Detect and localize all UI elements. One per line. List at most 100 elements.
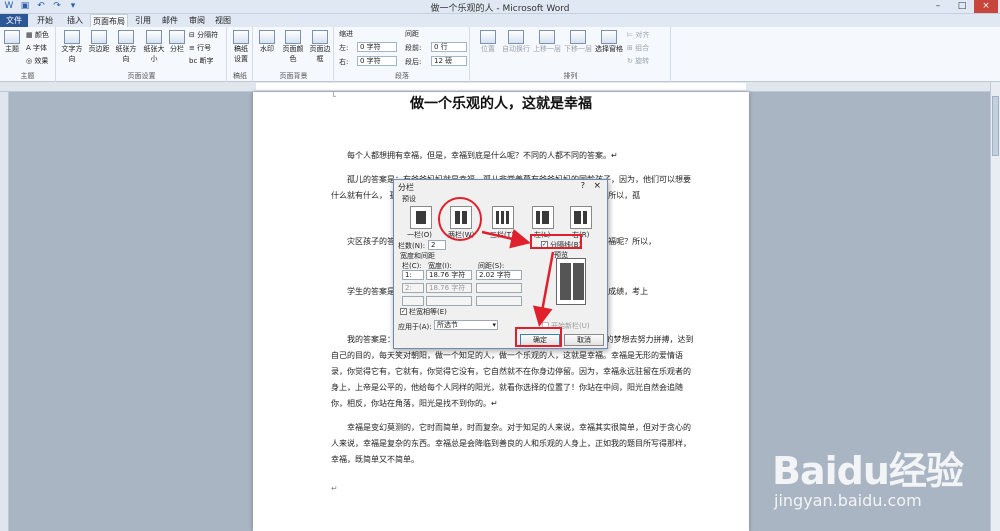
tab-mailings[interactable]: 邮件 — [156, 14, 184, 27]
spacing-header: 间距 — [405, 30, 419, 38]
draft-paper-group: 稿纸 设置 稿纸 — [228, 27, 253, 82]
size-button[interactable]: 纸张大小 — [141, 30, 167, 64]
tab-file[interactable]: 文件 — [0, 14, 28, 27]
minimize-button[interactable]: – — [926, 0, 950, 13]
page-color-button[interactable]: 页面颜色 — [280, 30, 306, 64]
bring-forward-icon — [539, 30, 555, 44]
draft-paper-button[interactable]: 稿纸 设置 — [231, 30, 251, 64]
selection-pane-icon — [601, 30, 617, 44]
watermark-brand: Baidu经验 — [772, 449, 964, 493]
send-backward-icon — [570, 30, 586, 44]
width-spacing-header: 宽度和间距 — [400, 252, 435, 260]
tab-insert[interactable]: 插入 — [60, 14, 90, 27]
horizontal-ruler[interactable] — [0, 82, 1000, 92]
highlight-separator — [530, 234, 582, 249]
theme-group-label: 主题 — [20, 72, 35, 80]
breaks-button[interactable]: ⊟ 分隔符 — [189, 30, 218, 40]
draft-paper-group-label: 稿纸 — [233, 72, 247, 80]
columns-button[interactable]: 分栏 — [168, 30, 186, 54]
ribbon: 主题 ▦ 颜色 A 字体 ◎ 效果 主题 文字方向 页边距 纸张方向 纸张大小 … — [0, 27, 1000, 82]
paragraph-6[interactable]: 幸福是变幻莫测的，它时而简单，时而复杂。对于知足的人来说，幸福其实很简单，但对于… — [331, 420, 697, 468]
tab-references[interactable]: 引用 — [130, 14, 156, 27]
chevron-down-icon: ▾ — [492, 321, 496, 329]
col-3-spacing-input[interactable] — [476, 296, 522, 306]
watermark-button[interactable]: 水印 — [256, 30, 278, 54]
tab-home[interactable]: 开始 — [30, 14, 60, 27]
page-background-group: 水印 页面颜色 页面边框 页面背景 — [254, 27, 334, 82]
presets-header: 预设 — [402, 195, 416, 203]
tab-view[interactable]: 视图 — [210, 14, 236, 27]
col-2-spacing-input[interactable] — [476, 283, 522, 293]
close-button[interactable]: × — [974, 0, 998, 13]
dialog-title: 分栏 — [398, 183, 414, 192]
preset-right[interactable] — [570, 206, 592, 229]
cancel-button[interactable]: 取消 — [564, 334, 604, 346]
bring-forward-button[interactable]: 上移一层 — [532, 30, 562, 54]
watermark-icon — [259, 30, 275, 44]
orientation-icon — [118, 30, 134, 44]
document-title: 做一个乐观的人，这就是幸福 — [410, 96, 592, 112]
page-setup-group: 文字方向 页边距 纸张方向 纸张大小 分栏 ⊟ 分隔符 ≡ 行号 bc 断字 页… — [57, 27, 227, 82]
dialog-close-button[interactable]: × — [593, 181, 601, 191]
apply-to-label: 应用于(A): — [398, 323, 432, 331]
position-button[interactable]: 位置 — [477, 30, 499, 54]
indent-right-label: 右: — [339, 58, 349, 66]
scrollbar-thumb[interactable] — [992, 96, 999, 156]
text-direction-button[interactable]: 文字方向 — [59, 30, 85, 64]
themes-button[interactable]: 主题 — [2, 30, 22, 54]
text-direction-icon — [64, 30, 80, 44]
tab-page-layout[interactable]: 页面布局 — [90, 14, 128, 27]
vertical-ruler[interactable] — [0, 92, 9, 531]
col-3-width-input[interactable] — [426, 296, 472, 306]
preset-left[interactable] — [532, 206, 554, 229]
paragraph-end-mark: ↵ — [331, 484, 338, 493]
spacing-before-label: 段前: — [405, 44, 422, 52]
num-columns-label: 栏数(N): — [398, 242, 426, 250]
tab-review[interactable]: 审阅 — [184, 14, 210, 27]
indent-left-input[interactable]: 0 字符 — [357, 42, 397, 52]
num-columns-input[interactable]: 2 — [428, 240, 446, 250]
fonts-button[interactable]: A 字体 — [26, 43, 47, 53]
page-borders-button[interactable]: 页面边框 — [307, 30, 333, 64]
col-2-width-input[interactable]: 18.76 字符 — [426, 283, 472, 293]
preset-three-columns[interactable] — [492, 206, 514, 229]
paragraph-group: 缩进 间距 左: 0 字符 右: 0 字符 段前: 0 行 段后: 12 磅 段… — [335, 27, 470, 82]
align-button[interactable]: ⊨ 对齐 — [627, 30, 649, 40]
orientation-button[interactable]: 纸张方向 — [113, 30, 139, 64]
rotate-button[interactable]: ↻ 旋转 — [627, 56, 649, 66]
page-setup-group-label: 页面设置 — [127, 72, 156, 80]
indent-right-input[interactable]: 0 字符 — [357, 56, 397, 66]
effects-button[interactable]: ◎ 效果 — [26, 56, 48, 66]
line-numbers-button[interactable]: ≡ 行号 — [189, 43, 211, 53]
ribbon-tabs: 文件 开始 插入 页面布局 引用 邮件 审阅 视图 — [0, 14, 1000, 27]
hyphenation-button[interactable]: bc 断字 — [189, 56, 214, 66]
help-button[interactable]: ? — [581, 181, 585, 190]
preset-three-label: 三栏(T) — [490, 231, 514, 239]
indent-header: 缩进 — [339, 30, 353, 38]
equal-width-checkbox[interactable]: ✓ — [400, 308, 407, 315]
preset-one-label: 一栏(O) — [407, 231, 432, 239]
margins-button[interactable]: 页边距 — [87, 30, 111, 54]
highlight-ok-button — [515, 327, 562, 347]
group-button[interactable]: ⊞ 组合 — [627, 43, 649, 53]
col-2-number: 2: — [402, 283, 424, 293]
colors-button[interactable]: ▦ 颜色 — [26, 30, 49, 40]
preset-one-column[interactable] — [410, 206, 432, 229]
baidu-watermark: Baidu经验 jingyan.baidu.com — [772, 440, 992, 525]
arrange-group-label: 排列 — [563, 72, 578, 80]
col-1-spacing-input[interactable]: 2.02 字符 — [476, 270, 522, 280]
col-1-width-input[interactable]: 18.76 字符 — [426, 270, 472, 280]
spacing-after-input[interactable]: 12 磅 — [431, 56, 467, 66]
title-bar: W ▣ ↶ ↷ ▾ 做一个乐观的人 - Microsoft Word – □ × — [0, 0, 1000, 14]
selection-pane-button[interactable]: 选择窗格 — [594, 30, 624, 54]
paragraph-1[interactable]: 每个人都想拥有幸福，但是，幸福到底是什么呢？不同的人都不同的答案。↵ — [331, 148, 697, 164]
draft-paper-icon — [233, 30, 249, 44]
send-backward-button[interactable]: 下移一层 — [563, 30, 593, 54]
themes-icon — [4, 30, 20, 44]
maximize-button[interactable]: □ — [950, 0, 974, 13]
spacing-before-input[interactable]: 0 行 — [431, 42, 467, 52]
wrap-text-button[interactable]: 自动换行 — [501, 30, 531, 54]
theme-group: 主题 ▦ 颜色 A 字体 ◎ 效果 主题 — [0, 27, 56, 82]
apply-to-select[interactable]: 所选节 ▾ — [434, 320, 498, 330]
preview-box — [556, 258, 586, 305]
